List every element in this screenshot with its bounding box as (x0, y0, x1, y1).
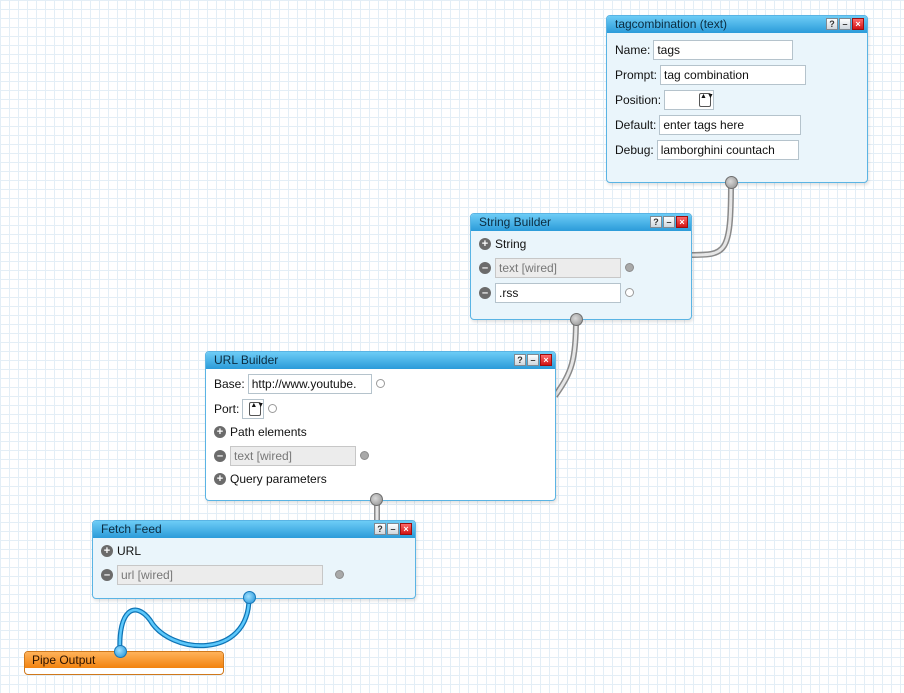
url-item-row: – url [wired] (101, 562, 407, 587)
window-controls: ? – × (514, 354, 552, 366)
remove-icon[interactable]: – (101, 568, 113, 581)
output-port-icon[interactable] (243, 591, 256, 604)
remove-icon[interactable]: – (214, 449, 226, 462)
help-icon[interactable]: ? (374, 523, 386, 535)
string-header-row: + String (479, 233, 683, 255)
output-port-icon[interactable] (725, 176, 738, 189)
name-row: Name: tags (615, 37, 859, 62)
help-icon[interactable]: ? (826, 18, 838, 30)
prompt-input[interactable]: tag combination (660, 64, 807, 85)
help-icon[interactable]: ? (650, 216, 662, 228)
string-label: String (495, 237, 527, 251)
module-title: Fetch Feed (101, 522, 162, 536)
module-string-builder[interactable]: String Builder ? – × + String – text [wi… (470, 213, 692, 320)
module-tagcombination[interactable]: tagcombination (text) ? – × Name: tags P… (606, 15, 868, 183)
default-row: Default: enter tags here (615, 112, 859, 137)
url-label: URL (117, 544, 142, 558)
wire-string-to-url-inner (553, 318, 578, 397)
module-title: tagcombination (text) (615, 17, 728, 31)
wire-tag-to-string (689, 181, 734, 258)
query-parameters-label: Query parameters (230, 472, 327, 486)
wire-tag-to-string-inner (689, 181, 733, 257)
base-row: Base: http://www.youtube. (214, 371, 547, 396)
port-row: Port: ▲▼ (214, 396, 547, 421)
base-label: Base: (214, 376, 245, 391)
path-item-row: – text [wired] (214, 443, 547, 468)
close-icon[interactable]: × (400, 523, 412, 535)
output-port-icon[interactable] (370, 493, 383, 506)
port-label: Port: (214, 401, 240, 416)
name-input[interactable]: tags (653, 39, 794, 60)
terminal-icon[interactable] (268, 404, 278, 413)
default-input[interactable]: enter tags here (659, 114, 802, 135)
window-controls: ? – × (650, 216, 688, 228)
prompt-label: Prompt: (615, 67, 658, 82)
stepper-icon[interactable]: ▲▼ (699, 92, 713, 107)
path-header-row: + Path elements (214, 421, 547, 443)
string-item-input[interactable]: .rss (495, 282, 621, 303)
minimize-icon[interactable]: – (527, 354, 539, 366)
string-item-row: – .rss (479, 280, 683, 305)
wire-fetch-to-output (117, 597, 252, 652)
module-fetch-feed[interactable]: Fetch Feed ? – × + URL – url [wired] (92, 520, 416, 599)
minimize-icon[interactable]: – (839, 18, 851, 30)
input-port-icon[interactable] (114, 645, 127, 658)
module-titlebar[interactable]: tagcombination (text) ? – × (607, 16, 867, 33)
module-titlebar[interactable]: URL Builder ? – × (206, 352, 555, 369)
debug-label: Debug: (615, 142, 654, 157)
stepper-icon[interactable]: ▲▼ (249, 401, 263, 416)
position-label: Position: (615, 92, 662, 107)
add-icon[interactable]: + (479, 238, 491, 250)
close-icon[interactable]: × (852, 18, 864, 30)
base-input[interactable]: http://www.youtube. (247, 373, 372, 394)
close-icon[interactable]: × (676, 216, 688, 228)
window-controls: ? – × (826, 18, 864, 30)
module-url-builder[interactable]: URL Builder ? – × Base: http://www.youtu… (205, 351, 556, 501)
remove-icon[interactable]: – (479, 286, 491, 299)
add-icon[interactable]: + (214, 473, 226, 485)
help-icon[interactable]: ? (514, 354, 526, 366)
output-port-icon[interactable] (570, 313, 583, 326)
wire-string-to-url (552, 318, 579, 398)
module-title: String Builder (479, 215, 552, 229)
terminal-icon[interactable] (360, 451, 369, 460)
url-header-row: + URL (101, 540, 407, 562)
terminal-icon[interactable] (625, 263, 634, 272)
close-icon[interactable]: × (540, 354, 552, 366)
terminal-icon[interactable] (625, 288, 634, 297)
default-label: Default: (615, 117, 657, 132)
debug-input[interactable]: lamborghini countach (656, 139, 799, 160)
path-elements-label: Path elements (230, 425, 307, 439)
minimize-icon[interactable]: – (663, 216, 675, 228)
prompt-row: Prompt: tag combination (615, 62, 859, 87)
add-icon[interactable]: + (101, 545, 113, 557)
string-item-input[interactable]: text [wired] (495, 257, 621, 278)
string-item-row: – text [wired] (479, 255, 683, 280)
terminal-icon[interactable] (335, 570, 344, 579)
window-controls: ? – × (374, 523, 412, 535)
module-titlebar[interactable]: String Builder ? – × (471, 214, 691, 231)
wire-fetch-to-output-inner (118, 597, 251, 652)
debug-row: Debug: lamborghini countach (615, 137, 859, 162)
url-item-input[interactable]: url [wired] (117, 564, 323, 585)
terminal-icon[interactable] (375, 379, 385, 388)
remove-icon[interactable]: – (479, 261, 491, 274)
add-icon[interactable]: + (214, 426, 226, 438)
name-label: Name: (615, 42, 651, 57)
port-input[interactable]: ▲▼ (242, 398, 265, 419)
position-row: Position: ▲▼ (615, 87, 859, 112)
path-item-input[interactable]: text [wired] (230, 445, 356, 466)
position-input[interactable]: ▲▼ (664, 89, 715, 110)
query-header-row: + Query parameters (214, 468, 547, 490)
minimize-icon[interactable]: – (387, 523, 399, 535)
module-titlebar[interactable]: Fetch Feed ? – × (93, 521, 415, 538)
module-title: URL Builder (214, 353, 279, 367)
